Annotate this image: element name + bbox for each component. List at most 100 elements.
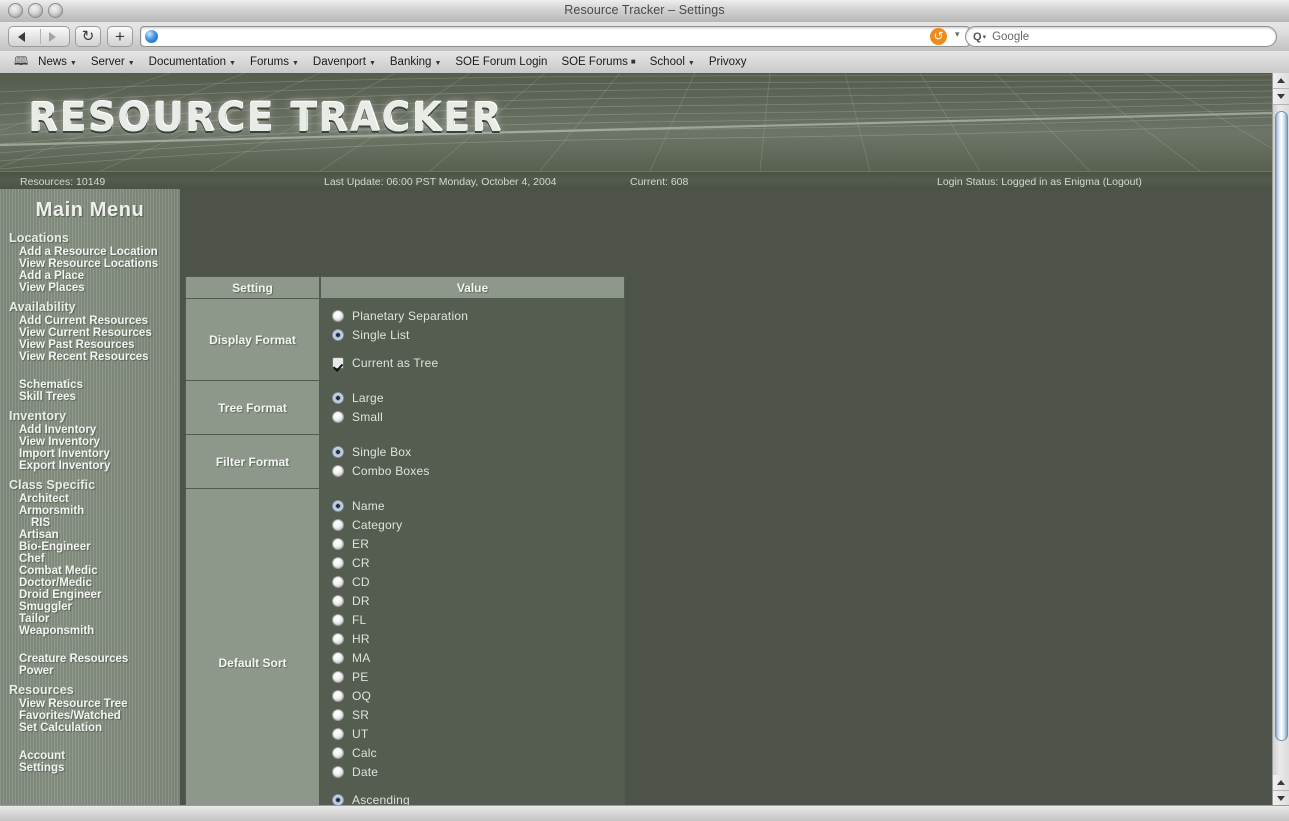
radio-input[interactable]: [332, 727, 344, 740]
sidebar-item-add-a-resource-location[interactable]: Add a Resource Location: [0, 246, 180, 258]
sidebar-item-smuggler[interactable]: Smuggler: [0, 601, 180, 613]
search-dropdown-icon[interactable]: ▾: [983, 33, 987, 41]
radio-input[interactable]: [332, 518, 344, 531]
sidebar-item-import-inventory[interactable]: Import Inventory: [0, 448, 180, 460]
radio-input[interactable]: [332, 445, 344, 458]
option-sr[interactable]: SR: [320, 705, 624, 724]
sidebar-item-favorites-watched[interactable]: Favorites/Watched: [0, 710, 180, 722]
sidebar-item-add-inventory[interactable]: Add Inventory: [0, 424, 180, 436]
scrollbar-thumb[interactable]: [1275, 111, 1288, 741]
back-arrow-icon[interactable]: [18, 32, 25, 42]
radio-input[interactable]: [332, 613, 344, 626]
scroll-down-button-top[interactable]: [1273, 89, 1289, 105]
checkbox-input[interactable]: [332, 356, 344, 369]
sidebar-item-doctor-medic[interactable]: Doctor/Medic: [0, 577, 180, 589]
option-large[interactable]: Large: [320, 388, 624, 407]
sidebar-item-weaponsmith[interactable]: Weaponsmith: [0, 625, 180, 637]
option-combo-boxes[interactable]: Combo Boxes: [320, 461, 624, 480]
option-ascending[interactable]: Ascending: [320, 790, 624, 805]
radio-input[interactable]: [332, 670, 344, 683]
option-ma[interactable]: MA: [320, 648, 624, 667]
radio-input[interactable]: [332, 499, 344, 512]
option-planetary-separation[interactable]: Planetary Separation: [320, 306, 624, 325]
scroll-up-button[interactable]: [1273, 73, 1289, 89]
radio-input[interactable]: [332, 708, 344, 721]
bookmark-item[interactable]: Privoxy: [709, 56, 747, 68]
bookmark-item[interactable]: SOE Forums ■: [561, 56, 635, 68]
sidebar-item-view-resource-locations[interactable]: View Resource Locations: [0, 258, 180, 270]
sidebar-item-add-current-resources[interactable]: Add Current Resources: [0, 315, 180, 327]
bookmark-item[interactable]: Forums ▼: [250, 56, 299, 68]
sidebar-item-combat-medic[interactable]: Combat Medic: [0, 565, 180, 577]
option-single-box[interactable]: Single Box: [320, 442, 624, 461]
option-fl[interactable]: FL: [320, 610, 624, 629]
radio-input[interactable]: [332, 689, 344, 702]
search-field[interactable]: Q ▾ Google: [965, 26, 1277, 47]
snapback-icon[interactable]: ↺: [930, 28, 947, 45]
option-single-list[interactable]: Single List: [320, 325, 624, 344]
add-bookmark-button[interactable]: +: [107, 26, 133, 47]
option-oq[interactable]: OQ: [320, 686, 624, 705]
bookmark-item[interactable]: Banking ▼: [390, 56, 442, 68]
option-dr[interactable]: DR: [320, 591, 624, 610]
sidebar-item-droid-engineer[interactable]: Droid Engineer: [0, 589, 180, 601]
bookmark-item[interactable]: Davenport ▼: [313, 56, 376, 68]
option-cr[interactable]: CR: [320, 553, 624, 572]
radio-input[interactable]: [332, 765, 344, 778]
sidebar-item-view-inventory[interactable]: View Inventory: [0, 436, 180, 448]
sidebar-item-view-recent-resources[interactable]: View Recent Resources: [0, 351, 180, 363]
sidebar-item-settings[interactable]: Settings: [0, 762, 180, 774]
radio-input[interactable]: [332, 410, 344, 423]
scroll-up-button-bottom[interactable]: [1273, 775, 1289, 791]
bookmark-item[interactable]: SOE Forum Login: [455, 56, 547, 68]
option-ut[interactable]: UT: [320, 724, 624, 743]
radio-input[interactable]: [332, 328, 344, 341]
sidebar-item-ris[interactable]: RIS: [0, 517, 180, 529]
radio-input[interactable]: [332, 391, 344, 404]
chevron-down-icon[interactable]: ▾: [955, 29, 960, 40]
option-pe[interactable]: PE: [320, 667, 624, 686]
reload-button[interactable]: ↻: [75, 26, 101, 47]
option-category[interactable]: Category: [320, 515, 624, 534]
sidebar-item-export-inventory[interactable]: Export Inventory: [0, 460, 180, 472]
radio-input[interactable]: [332, 575, 344, 588]
book-icon[interactable]: 🕮: [14, 52, 28, 73]
radio-input[interactable]: [332, 594, 344, 607]
radio-input[interactable]: [332, 651, 344, 664]
option-calc[interactable]: Calc: [320, 743, 624, 762]
sidebar-item-architect[interactable]: Architect: [0, 493, 180, 505]
radio-input[interactable]: [332, 746, 344, 759]
bookmark-item[interactable]: Documentation ▼: [149, 56, 236, 68]
bookmark-item[interactable]: Server ▼: [91, 56, 135, 68]
sidebar-item-schematics[interactable]: Schematics: [0, 379, 180, 391]
radio-input[interactable]: [332, 309, 344, 322]
sidebar-item-artisan[interactable]: Artisan: [0, 529, 180, 541]
option-er[interactable]: ER: [320, 534, 624, 553]
radio-input[interactable]: [332, 537, 344, 550]
radio-input[interactable]: [332, 793, 344, 805]
sidebar-item-add-a-place[interactable]: Add a Place: [0, 270, 180, 282]
radio-input[interactable]: [332, 464, 344, 477]
sidebar-item-account[interactable]: Account: [0, 750, 180, 762]
radio-input[interactable]: [332, 556, 344, 569]
address-bar[interactable]: [140, 26, 970, 47]
forward-arrow-icon[interactable]: [49, 32, 56, 42]
navigation-buttons[interactable]: [8, 26, 70, 47]
sidebar-item-view-past-resources[interactable]: View Past Resources: [0, 339, 180, 351]
sidebar-item-power[interactable]: Power: [0, 665, 180, 677]
option-date[interactable]: Date: [320, 762, 624, 781]
sidebar-item-creature-resources[interactable]: Creature Resources: [0, 653, 180, 665]
option-cd[interactable]: CD: [320, 572, 624, 591]
bookmark-item[interactable]: School ▼: [650, 56, 695, 68]
sidebar-item-tailor[interactable]: Tailor: [0, 613, 180, 625]
sidebar-item-view-current-resources[interactable]: View Current Resources: [0, 327, 180, 339]
bookmark-item[interactable]: News ▼: [38, 56, 77, 68]
radio-input[interactable]: [332, 632, 344, 645]
option-current-as-tree[interactable]: Current as Tree: [320, 353, 624, 372]
sidebar-item-set-calculation[interactable]: Set Calculation: [0, 722, 180, 734]
sidebar-item-view-places[interactable]: View Places: [0, 282, 180, 294]
sidebar-item-armorsmith[interactable]: Armorsmith: [0, 505, 180, 517]
option-hr[interactable]: HR: [320, 629, 624, 648]
sidebar-item-chef[interactable]: Chef: [0, 553, 180, 565]
vertical-scrollbar[interactable]: [1272, 73, 1289, 807]
